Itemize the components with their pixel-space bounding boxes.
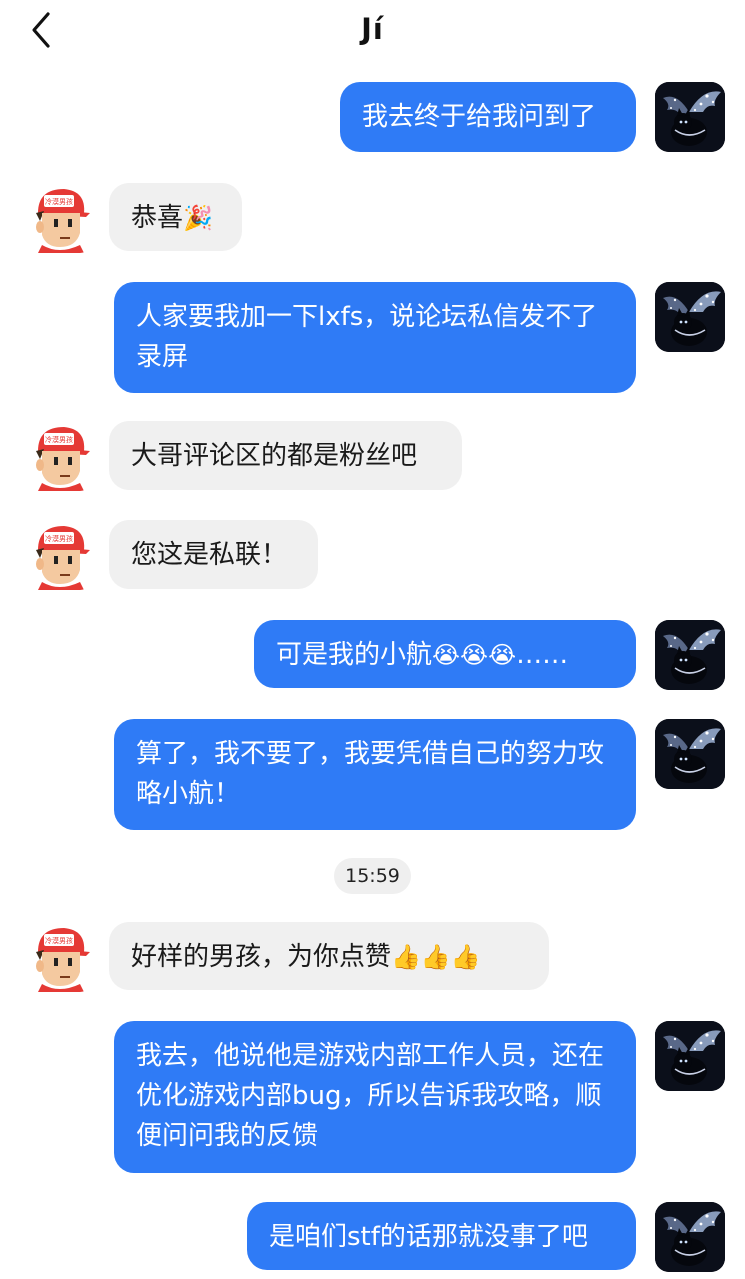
message-text: 是咱们stf的话那就没事了吧 (269, 1222, 588, 1252)
cat-avatar-image (655, 620, 725, 690)
cartoon-boy-avatar-image (24, 520, 94, 590)
cartoon-boy-avatar-image (24, 421, 94, 491)
message-text: 好样的男孩，为你点赞 (131, 942, 392, 972)
thumbs-up-emoji: 👍👍👍 (391, 943, 481, 971)
contact-avatar[interactable] (24, 183, 94, 253)
message-bubble[interactable]: 是咱们stf的话那就没事了吧 (247, 1202, 636, 1270)
message-text: 可是我的小航 (276, 640, 433, 670)
self-avatar[interactable] (655, 620, 725, 690)
self-avatar[interactable] (655, 282, 725, 352)
cat-avatar-image (655, 82, 725, 152)
contact-avatar[interactable] (24, 922, 94, 992)
message-text: 我去终于给我问到了 (362, 102, 597, 132)
cat-avatar-image (655, 1202, 725, 1272)
cat-avatar-image (655, 282, 725, 352)
self-avatar[interactable] (655, 1202, 725, 1272)
message-text: 算了，我不要了，我要凭借自己的努力攻略小航！ (136, 739, 605, 809)
cat-avatar-image (655, 719, 725, 789)
self-avatar[interactable] (655, 82, 725, 152)
message-text: 我去，他说他是游戏内部工作人员，还在优化游戏内部bug，所以告诉我攻略，顺便问问… (136, 1041, 605, 1151)
message-text-suffix: …… (516, 640, 569, 670)
self-avatar[interactable] (655, 719, 725, 789)
message-text: 恭喜 (131, 203, 184, 233)
message-bubble[interactable]: 人家要我加一下lxfs，说论坛私信发不了录屏 (114, 282, 636, 393)
contact-avatar[interactable] (24, 421, 94, 491)
message-bubble[interactable]: 好样的男孩，为你点赞👍👍👍 (109, 922, 549, 990)
message-text: 人家要我加一下lxfs，说论坛私信发不了录屏 (136, 302, 598, 372)
message-bubble[interactable]: 恭喜🎉 (109, 183, 242, 251)
cartoon-boy-avatar-image (24, 183, 94, 253)
timestamp-pill: 15:59 (334, 858, 411, 894)
party-popper-emoji: 🎉 (183, 204, 213, 232)
message-bubble[interactable]: 算了，我不要了，我要凭借自己的努力攻略小航！ (114, 719, 636, 830)
chat-title: Jí (361, 12, 384, 46)
chat-header: Jí (0, 0, 745, 60)
message-bubble[interactable]: 您这是私联！ (109, 520, 318, 589)
cat-avatar-image (655, 1021, 725, 1091)
message-bubble[interactable]: 大哥评论区的都是粉丝吧 (109, 421, 462, 490)
crying-face-emoji: 😭😭😭 (432, 641, 517, 669)
message-bubble[interactable]: 我去，他说他是游戏内部工作人员，还在优化游戏内部bug，所以告诉我攻略，顺便问问… (114, 1021, 636, 1173)
message-text: 您这是私联！ (131, 540, 288, 570)
message-bubble[interactable]: 可是我的小航😭😭😭…… (254, 620, 636, 688)
message-text: 大哥评论区的都是粉丝吧 (131, 441, 418, 471)
cartoon-boy-avatar-image (24, 922, 94, 992)
message-bubble[interactable]: 我去终于给我问到了 (340, 82, 636, 152)
self-avatar[interactable] (655, 1021, 725, 1091)
contact-avatar[interactable] (24, 520, 94, 590)
